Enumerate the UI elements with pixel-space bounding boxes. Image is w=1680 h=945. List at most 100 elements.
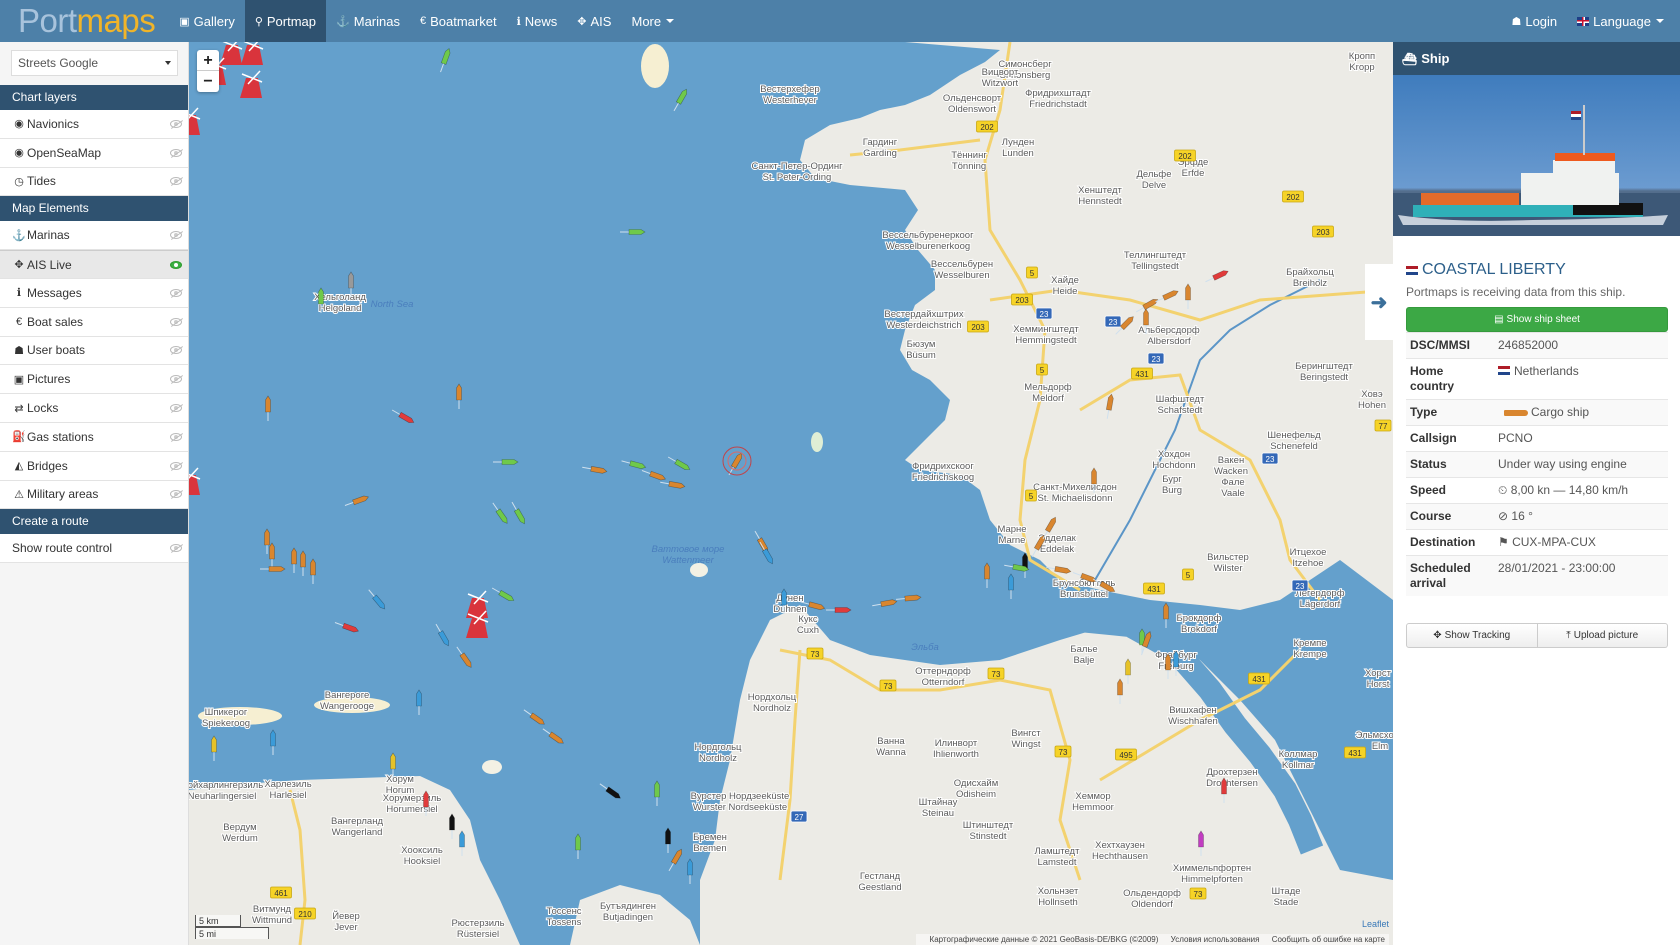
wind-farm-marker[interactable] — [189, 467, 201, 495]
ship-marker[interactable] — [522, 708, 545, 726]
ship-marker[interactable] — [620, 229, 646, 235]
ship-marker[interactable] — [641, 468, 666, 481]
ship-marker[interactable] — [667, 848, 684, 872]
sidebar-item-military-areas[interactable]: ⚠ Military areas — [0, 480, 188, 510]
eye-slash-icon[interactable] — [170, 544, 182, 553]
sidebar-item-ais-live[interactable]: ✥ AIS Live — [0, 250, 188, 279]
ship-marker[interactable] — [300, 550, 306, 576]
sidebar-item-bridges[interactable]: ◭ Bridges — [0, 451, 188, 481]
eye-slash-icon[interactable] — [170, 231, 182, 240]
ship-marker[interactable] — [291, 547, 297, 573]
ship-marker[interactable] — [310, 558, 316, 584]
eye-icon[interactable] — [170, 260, 182, 269]
ship-marker[interactable] — [269, 542, 275, 568]
eye-slash-icon[interactable] — [170, 404, 182, 413]
nav-ais[interactable]: ✥ AIS — [567, 0, 621, 42]
ship-marker[interactable] — [510, 501, 527, 525]
map-canvas[interactable]: Симонсберг Simonsberg Вестерхефер Westerhev… — [189, 42, 1393, 945]
ship-marker[interactable] — [1008, 573, 1014, 599]
panel-toggle-button[interactable]: ➜ — [1365, 264, 1393, 340]
ship-marker[interactable] — [456, 383, 462, 409]
ship-marker[interactable] — [434, 623, 451, 647]
wind-farm-marker[interactable] — [241, 42, 264, 65]
eye-slash-icon[interactable] — [170, 346, 182, 355]
eye-slash-icon[interactable] — [170, 119, 182, 128]
ship-marker[interactable] — [260, 566, 286, 572]
ship-marker[interactable] — [438, 48, 451, 73]
ship-marker[interactable] — [826, 607, 852, 613]
nav-gallery[interactable]: ▣ Gallery — [169, 0, 245, 42]
portmaps-logo[interactable]: Portmaps — [0, 0, 169, 42]
upload-picture-button[interactable]: ⤒ Upload picture — [1537, 623, 1668, 648]
ship-marker[interactable] — [582, 465, 608, 474]
ship-marker[interactable] — [391, 408, 415, 425]
zoom-in-button[interactable]: + — [197, 50, 219, 71]
ship-marker[interactable] — [264, 528, 270, 554]
terms-link[interactable]: Условия использования — [1171, 935, 1260, 944]
eye-slash-icon[interactable] — [170, 375, 182, 384]
sidebar-item-messages[interactable]: ℹ Messages — [0, 278, 188, 308]
ship-marker[interactable] — [1022, 552, 1028, 578]
ship-marker[interactable] — [984, 562, 990, 588]
leaflet-link[interactable]: Leaflet — [1362, 919, 1389, 929]
report-error-link[interactable]: Сообщить об ошибке на карте — [1272, 935, 1385, 944]
ship-marker[interactable] — [654, 780, 660, 806]
language-dropdown[interactable]: Language — [1567, 0, 1674, 42]
show-ship-sheet-button[interactable]: ▤ Show ship sheet — [1406, 307, 1668, 332]
ship-marker[interactable] — [598, 782, 621, 800]
ship-marker[interactable] — [667, 455, 691, 472]
base-layer-select[interactable]: Streets Google — [11, 50, 178, 76]
ship-marker[interactable] — [367, 588, 387, 610]
ship-marker[interactable] — [687, 858, 693, 884]
wind-farm-marker[interactable] — [240, 70, 263, 98]
nav-more-dropdown[interactable]: More — [621, 0, 684, 42]
wind-farm-marker[interactable] — [220, 42, 243, 65]
ship-marker[interactable] — [416, 689, 422, 715]
ship-marker[interactable] — [665, 827, 671, 853]
eye-slash-icon[interactable] — [170, 490, 182, 499]
sidebar-item-gas-stations[interactable]: ⛽ Gas stations — [0, 422, 188, 452]
sidebar-item-navionics[interactable]: ◉ Navionics — [0, 110, 188, 139]
sidebar-item-pictures[interactable]: ▣ Pictures — [0, 365, 188, 395]
sidebar-item-show-route-control[interactable]: Show route control — [0, 534, 188, 564]
eye-slash-icon[interactable] — [170, 317, 182, 326]
ship-marker[interactable] — [872, 599, 898, 608]
ship-marker[interactable] — [334, 620, 359, 633]
ship-marker[interactable] — [211, 735, 217, 761]
ship-marker[interactable] — [493, 459, 519, 465]
wind-farm-marker[interactable] — [189, 107, 201, 135]
sidebar-item-openseamap[interactable]: ◉ OpenSeaMap — [0, 138, 188, 168]
show-tracking-button[interactable]: ✥ Show Tracking — [1406, 623, 1538, 648]
ship-marker[interactable] — [621, 458, 647, 470]
ship-marker[interactable] — [541, 727, 564, 745]
login-link[interactable]: ☗ Login — [1501, 0, 1567, 42]
ship-photo[interactable] — [1393, 75, 1680, 236]
ship-marker[interactable] — [491, 586, 515, 603]
ship-marker[interactable] — [1163, 602, 1169, 628]
ship-marker[interactable] — [575, 833, 581, 859]
eye-slash-icon[interactable] — [170, 461, 182, 470]
ship-marker[interactable] — [455, 645, 473, 668]
ship-marker[interactable] — [672, 88, 689, 112]
eye-slash-icon[interactable] — [170, 148, 182, 157]
eye-slash-icon[interactable] — [170, 288, 182, 297]
nav-portmap[interactable]: ⚲ Portmap — [244, 0, 327, 42]
ship-marker[interactable] — [896, 594, 922, 602]
sidebar-item-user-boats[interactable]: ☗ User boats — [0, 336, 188, 366]
ship-marker[interactable] — [660, 480, 686, 489]
eye-slash-icon[interactable] — [170, 432, 182, 441]
section-create-route[interactable]: Create a route — [0, 509, 188, 535]
ship-marker[interactable] — [265, 395, 271, 421]
ship-marker[interactable] — [344, 495, 369, 508]
sidebar-item-marinas[interactable]: ⚓ Marinas — [0, 221, 188, 251]
sidebar-item-locks[interactable]: ⇄ Locks — [0, 394, 188, 423]
nav-marinas[interactable]: ⚓ Marinas — [326, 0, 410, 42]
sidebar-item-tides[interactable]: ◷ Tides — [0, 167, 188, 197]
ship-marker[interactable] — [491, 501, 509, 524]
nav-boatmarket[interactable]: € Boatmarket — [410, 0, 507, 42]
zoom-out-button[interactable]: − — [197, 71, 219, 92]
nav-news[interactable]: ℹ News — [507, 0, 568, 42]
eye-slash-icon[interactable] — [170, 177, 182, 186]
sidebar-item-boat-sales[interactable]: € Boat sales — [0, 307, 188, 337]
ship-marker[interactable] — [270, 729, 276, 755]
